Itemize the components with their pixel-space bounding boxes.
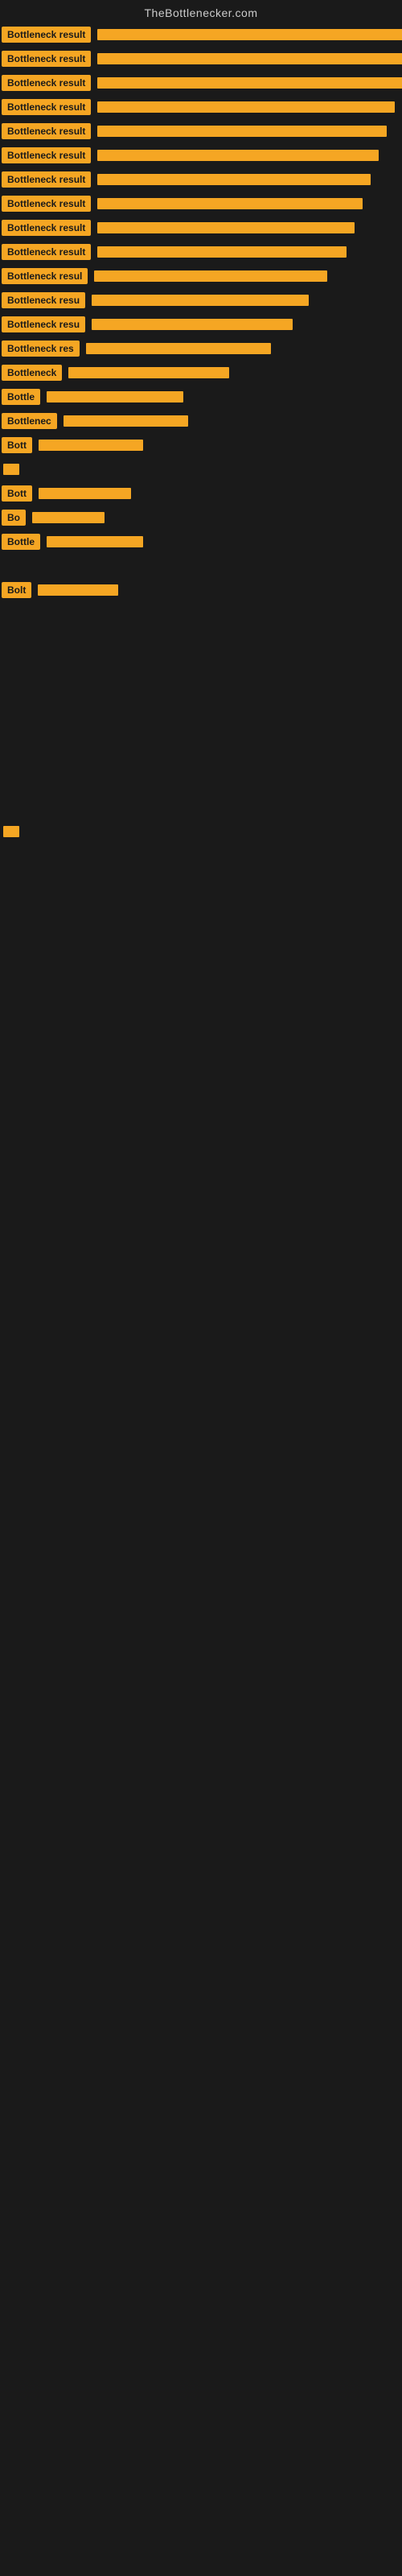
bottleneck-badge: Bottleneck resu [2, 316, 85, 332]
bottleneck-row [0, 747, 402, 771]
bottleneck-row: Bottleneck result [0, 23, 402, 47]
bottleneck-row [0, 650, 402, 675]
bottleneck-row: Bo [0, 506, 402, 530]
bottleneck-bar [47, 536, 143, 547]
bottleneck-row: Bottleneck result [0, 240, 402, 264]
bottleneck-badge: Bottleneck resu [2, 292, 85, 308]
bottleneck-row: Bottleneck [0, 361, 402, 385]
bottleneck-badge: Bott [2, 485, 32, 502]
bottleneck-row: Bottleneck resu [0, 288, 402, 312]
bottleneck-row: Bottleneck result [0, 95, 402, 119]
bottleneck-row: Bottle [0, 385, 402, 409]
bottleneck-badge: Bolt [2, 582, 31, 598]
bottleneck-row [0, 602, 402, 626]
bottleneck-bar [92, 319, 293, 330]
bottleneck-row [0, 795, 402, 819]
bottleneck-badge: Bottleneck result [2, 51, 91, 67]
bottleneck-row: Bottleneck result [0, 71, 402, 95]
bottleneck-row [0, 723, 402, 747]
bottleneck-row: Bottleneck resul [0, 264, 402, 288]
bottleneck-bar [32, 512, 105, 523]
bottleneck-badge: Bottleneck result [2, 123, 91, 139]
bottleneck-bar [39, 488, 131, 499]
bottleneck-row: Bottleneck result [0, 167, 402, 192]
bottleneck-row: Bottleneck result [0, 47, 402, 71]
site-title: TheBottlenecker.com [0, 0, 402, 23]
bottleneck-row: Bott [0, 433, 402, 457]
bottleneck-bar [97, 53, 402, 64]
bottleneck-bar [39, 440, 143, 451]
bottleneck-row: Bottleneck res [0, 336, 402, 361]
bottleneck-badge: Bottle [2, 389, 40, 405]
bottleneck-badge: Bottleneck resul [2, 268, 88, 284]
bottleneck-bar [97, 126, 387, 137]
bottleneck-row: Bottlenec [0, 409, 402, 433]
bottleneck-row [0, 771, 402, 795]
bottleneck-row [0, 675, 402, 699]
bottleneck-badge: Bottleneck result [2, 99, 91, 115]
bottleneck-row: Bottle [0, 530, 402, 554]
bottleneck-bar [94, 270, 327, 282]
bottleneck-bar [86, 343, 271, 354]
bottleneck-row [0, 819, 402, 844]
bottleneck-badge: Bottlenec [2, 413, 57, 429]
bottleneck-badge: Bott [2, 437, 32, 453]
bottleneck-row: Bottleneck result [0, 119, 402, 143]
bottleneck-bar [38, 584, 118, 596]
bottleneck-bar [3, 826, 19, 837]
bottleneck-bar [97, 101, 395, 113]
bottleneck-bar [97, 150, 379, 161]
bottleneck-row: Bottleneck result [0, 216, 402, 240]
bottleneck-bar [68, 367, 229, 378]
bottleneck-bar [3, 464, 19, 475]
bottleneck-row [0, 554, 402, 578]
bottleneck-row [0, 699, 402, 723]
bottleneck-badge: Bottleneck result [2, 196, 91, 212]
bottleneck-bar [97, 246, 347, 258]
bottleneck-bar [97, 29, 402, 40]
bottleneck-row [0, 457, 402, 481]
bottleneck-badge: Bottleneck result [2, 244, 91, 260]
bottleneck-badge: Bottleneck result [2, 75, 91, 91]
bottleneck-bar [64, 415, 188, 427]
bottleneck-badge: Bottle [2, 534, 40, 550]
bottleneck-badge: Bottleneck [2, 365, 62, 381]
bottleneck-bar [47, 391, 183, 402]
bottleneck-badge: Bottleneck result [2, 27, 91, 43]
bottleneck-bar [97, 174, 371, 185]
bottleneck-row: Bottleneck result [0, 192, 402, 216]
bottleneck-bar [97, 77, 402, 89]
bottleneck-badge: Bottleneck result [2, 147, 91, 163]
bottleneck-badge: Bottleneck result [2, 220, 91, 236]
bottleneck-row [0, 626, 402, 650]
bottleneck-badge: Bottleneck res [2, 341, 80, 357]
bottleneck-row: Bottleneck resu [0, 312, 402, 336]
bottleneck-row: Bott [0, 481, 402, 506]
bottleneck-bar [92, 295, 309, 306]
bottleneck-bar [97, 222, 355, 233]
bottleneck-row: Bottleneck result [0, 143, 402, 167]
bottleneck-badge: Bottleneck result [2, 171, 91, 188]
bottleneck-badge: Bo [2, 510, 26, 526]
bottleneck-bar [97, 198, 363, 209]
bottleneck-row: Bolt [0, 578, 402, 602]
